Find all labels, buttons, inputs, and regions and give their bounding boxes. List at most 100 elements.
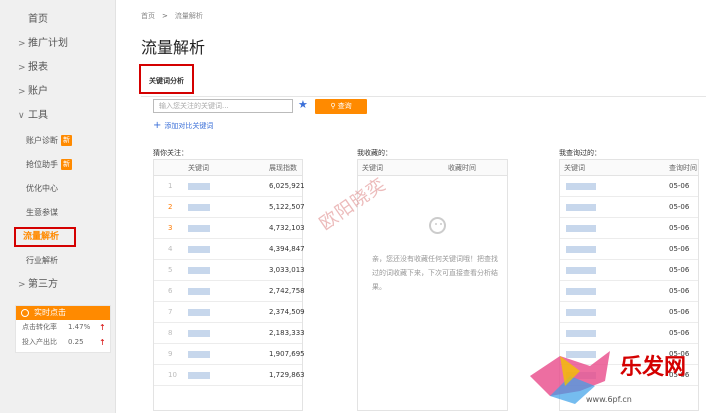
guess-rows: 1 6,025,921 2 5,122,507 3 4,732,103 4 4,394,847… [154, 176, 305, 386]
table-row[interactable]: 9 1,907,695 [154, 344, 305, 365]
header-favorite-time: 收藏时间 [448, 164, 476, 172]
keyword-search-input[interactable]: 输入您关注的关键词... [153, 99, 293, 113]
sidebar-item-plan[interactable]: > 推广计划 [0, 33, 116, 55]
table-row[interactable]: 6 2,742,758 [154, 281, 305, 302]
favorites-empty-text: 亲，您还没有收藏任何关键词哦！把查找过的词收藏下来，下次可直接查看分析结果。 [372, 255, 498, 291]
sidebar-subitem-label: 行业解析 [26, 256, 58, 265]
blurred-keyword[interactable] [188, 225, 210, 232]
sidebar: 首页 > 推广计划 > 报表 > 账户 ∨ 工具 账户诊断新 抢位助手新 优化中… [0, 0, 116, 413]
sidebar-subitem-traffic-analysis[interactable]: 流量解析 [14, 227, 76, 247]
query-date: 05-06 [669, 224, 690, 232]
blurred-keyword[interactable] [188, 183, 210, 190]
chevron-right-icon: > [18, 39, 26, 49]
breadcrumb: 首页 > 流量解析 [141, 11, 203, 21]
add-link-label: 添加对比关键词 [164, 122, 214, 130]
blurred-keyword[interactable] [188, 288, 210, 295]
history-section-title: 我查询过的： [559, 149, 601, 157]
favorites-section-title: 我收藏的： [357, 149, 392, 157]
table-row[interactable]: 05-06 [560, 239, 698, 260]
blurred-keyword[interactable] [188, 246, 210, 253]
sidebar-subitem-optimization-center[interactable]: 优化中心 [26, 180, 58, 198]
blurred-keyword[interactable] [188, 351, 210, 358]
realtime-row: 点击转化率 1.47% ↑ [16, 320, 110, 335]
table-row[interactable]: 8 2,183,333 [154, 323, 305, 344]
table-row[interactable]: 05-06 [560, 260, 698, 281]
rank: 3 [168, 224, 173, 232]
add-compare-keyword-link[interactable]: + 添加对比关键词 [153, 120, 213, 131]
table-row[interactable]: 05-06 [560, 302, 698, 323]
sidebar-item-third-party[interactable]: > 第三方 [0, 274, 116, 296]
impression-value: 1,729,863 [269, 371, 305, 379]
header-impression: 展现指数 [269, 164, 297, 172]
blurred-keyword[interactable] [566, 330, 596, 337]
rank: 10 [168, 371, 177, 379]
clock-icon [21, 309, 29, 317]
sidebar-item-label: 报表 [28, 62, 48, 73]
blurred-keyword[interactable] [188, 372, 210, 379]
sidebar-subitem-bid-assistant[interactable]: 抢位助手新 [26, 156, 72, 174]
smiley-icon [429, 217, 446, 234]
blurred-keyword[interactable] [566, 225, 596, 232]
breadcrumb-home[interactable]: 首页 [141, 12, 155, 20]
blurred-keyword[interactable] [566, 246, 596, 253]
blurred-keyword[interactable] [188, 267, 210, 274]
sidebar-item-label: 工具 [28, 110, 48, 121]
table-row[interactable]: 5 3,033,013 [154, 260, 305, 281]
sidebar-item-tools[interactable]: ∨ 工具 [0, 105, 116, 127]
impression-value: 2,374,509 [269, 308, 305, 316]
realtime-header[interactable]: 实时点击 [16, 306, 110, 320]
table-row[interactable]: 10 1,729,863 [154, 365, 305, 386]
sidebar-subitem-business-advisor[interactable]: 生意参谋 [26, 204, 58, 222]
blurred-keyword[interactable] [188, 204, 210, 211]
blurred-keyword[interactable] [566, 267, 596, 274]
star-icon[interactable]: ★ [298, 98, 308, 111]
breadcrumb-separator: > [162, 12, 168, 20]
table-header: 关键词 查询时间 [560, 160, 698, 176]
rank: 6 [168, 287, 173, 295]
table-row[interactable]: 3 4,732,103 [154, 218, 305, 239]
sidebar-subitem-account-diagnosis[interactable]: 账户诊断新 [26, 132, 72, 150]
blurred-keyword[interactable] [188, 309, 210, 316]
table-row[interactable]: 4 4,394,847 [154, 239, 305, 260]
search-icon: ⚲ [330, 102, 336, 110]
sidebar-subitem-label: 账户诊断 [26, 136, 58, 145]
query-date: 05-06 [669, 203, 690, 211]
search-button[interactable]: ⚲ 查询 [315, 99, 367, 114]
metric-label: 投入产出比 [22, 338, 57, 346]
guess-table: 关键词 展现指数 1 6,025,921 2 5,122,507 3 4,732,103 4… [153, 159, 305, 411]
sidebar-item-account[interactable]: > 账户 [0, 81, 116, 103]
impression-value: 2,742,758 [269, 287, 305, 295]
metric-value: 1.47% [68, 323, 91, 331]
rank: 1 [168, 182, 173, 190]
table-header: 关键词 收藏时间 [358, 160, 507, 176]
table-row[interactable]: 05-06 [560, 281, 698, 302]
blurred-keyword[interactable] [188, 330, 210, 337]
realtime-title: 实时点击 [34, 308, 66, 317]
table-row[interactable]: 05-06 [560, 176, 698, 197]
sidebar-item-label: 第三方 [28, 279, 58, 290]
search-button-label: 查询 [337, 102, 352, 110]
sidebar-item-report[interactable]: > 报表 [0, 57, 116, 79]
header-query-time: 查询时间 [669, 164, 697, 172]
blurred-keyword[interactable] [566, 204, 596, 211]
rank: 7 [168, 308, 173, 316]
table-row[interactable]: 05-06 [560, 218, 698, 239]
sidebar-item-home[interactable]: 首页 [0, 9, 116, 31]
blurred-keyword[interactable] [566, 288, 596, 295]
rank: 8 [168, 329, 173, 337]
metric-value: 0.25 [68, 338, 84, 346]
chevron-down-icon: ∨ [18, 111, 25, 121]
site-logo: 乐发网 www.6pf.cn [520, 344, 711, 413]
table-row[interactable]: 2 5,122,507 [154, 197, 305, 218]
blurred-keyword[interactable] [566, 309, 596, 316]
chevron-right-icon: > [18, 63, 26, 73]
guess-section-title: 猜你关注： [153, 149, 188, 157]
sidebar-subitem-industry-analysis[interactable]: 行业解析 [26, 252, 58, 270]
new-badge: 新 [61, 135, 72, 146]
table-row[interactable]: 05-06 [560, 323, 698, 344]
table-row[interactable]: 1 6,025,921 [154, 176, 305, 197]
blurred-keyword[interactable] [566, 183, 596, 190]
table-row[interactable]: 05-06 [560, 197, 698, 218]
tab-keyword-analysis[interactable]: 关键词分析 [139, 64, 194, 94]
table-row[interactable]: 7 2,374,509 [154, 302, 305, 323]
